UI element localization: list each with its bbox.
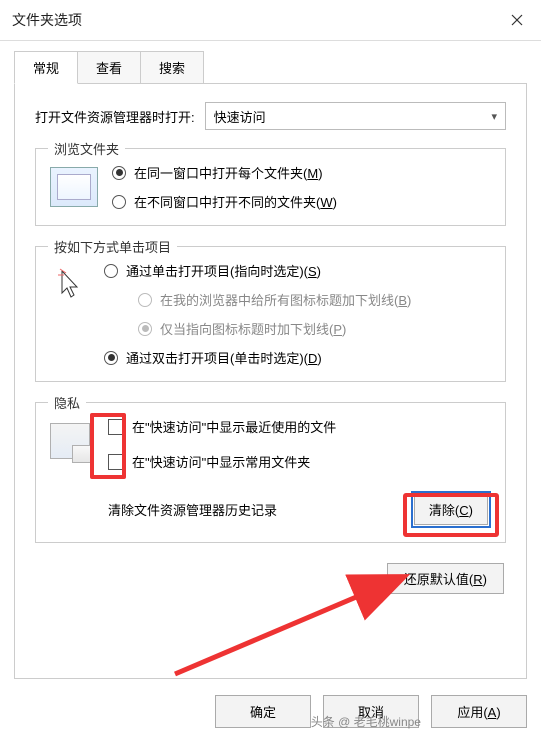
privacy-legend: 隐私 — [48, 393, 86, 412]
cursor-icon — [50, 261, 90, 309]
radio-icon — [112, 166, 126, 180]
privacy-fieldset: 隐私 在"快速访问"中显示最近使用的文件 在"快速访问"中显示常用文件夹 清除文… — [35, 402, 506, 543]
dialog-buttons: 确定 取消 应用(A) — [215, 695, 527, 728]
radio-underline-all: 在我的浏览器中给所有图标标题加下划线(B) — [138, 290, 411, 309]
radio-underline-point: 仅当指向图标标题时加下划线(P) — [138, 319, 411, 338]
highlight-ring-checkboxes — [90, 413, 126, 479]
radio-new-window[interactable]: 在不同窗口中打开不同的文件夹(W) — [112, 192, 337, 211]
clear-history-label: 清除文件资源管理器历史记录 — [108, 500, 277, 519]
close-icon — [511, 14, 523, 26]
tab-panel: 打开文件资源管理器时打开: 快速访问 ▾ 浏览文件夹 在同一窗口中打开每个文件夹… — [14, 83, 527, 679]
close-button[interactable] — [505, 8, 529, 32]
apply-button[interactable]: 应用(A) — [431, 695, 527, 728]
open-in-value: 快速访问 — [214, 107, 266, 126]
chevron-down-icon: ▾ — [491, 110, 497, 123]
window-title: 文件夹选项 — [12, 10, 82, 30]
click-fieldset: 按如下方式单击项目 通过单击打开项目(指向时选定)(S) 在我的浏览器中给所有图… — [35, 246, 506, 382]
cancel-button[interactable]: 取消 — [323, 695, 419, 728]
check-recent-files[interactable]: 在"快速访问"中显示最近使用的文件 — [108, 417, 336, 436]
radio-double-click[interactable]: 通过双击打开项目(单击时选定)(D) — [104, 348, 411, 367]
radio-icon — [138, 293, 152, 307]
open-in-select[interactable]: 快速访问 ▾ — [205, 102, 506, 130]
history-icon — [50, 423, 94, 467]
tab-search[interactable]: 搜索 — [140, 51, 204, 83]
ok-button[interactable]: 确定 — [215, 695, 311, 728]
radio-icon — [104, 264, 118, 278]
radio-icon — [112, 195, 126, 209]
radio-icon — [138, 322, 152, 336]
radio-icon — [104, 351, 118, 365]
open-in-label: 打开文件资源管理器时打开: — [35, 107, 195, 126]
browse-fieldset: 浏览文件夹 在同一窗口中打开每个文件夹(M) 在不同窗口中打开不同的文件夹(W) — [35, 148, 506, 226]
browse-legend: 浏览文件夹 — [48, 139, 125, 158]
highlight-ring-clear — [403, 493, 499, 537]
windows-icon — [50, 167, 98, 207]
check-frequent-folders[interactable]: 在"快速访问"中显示常用文件夹 — [108, 452, 336, 471]
title-bar: 文件夹选项 — [0, 0, 541, 41]
radio-same-window[interactable]: 在同一窗口中打开每个文件夹(M) — [112, 163, 337, 182]
radio-single-click[interactable]: 通过单击打开项目(指向时选定)(S) — [104, 261, 411, 280]
restore-defaults-button[interactable]: 还原默认值(R) — [387, 563, 504, 594]
tab-strip: 常规 查看 搜索 — [0, 41, 541, 83]
open-in-row: 打开文件资源管理器时打开: 快速访问 ▾ — [35, 102, 506, 130]
tab-general[interactable]: 常规 — [14, 51, 78, 84]
tab-view[interactable]: 查看 — [77, 51, 141, 83]
click-legend: 按如下方式单击项目 — [48, 237, 177, 256]
